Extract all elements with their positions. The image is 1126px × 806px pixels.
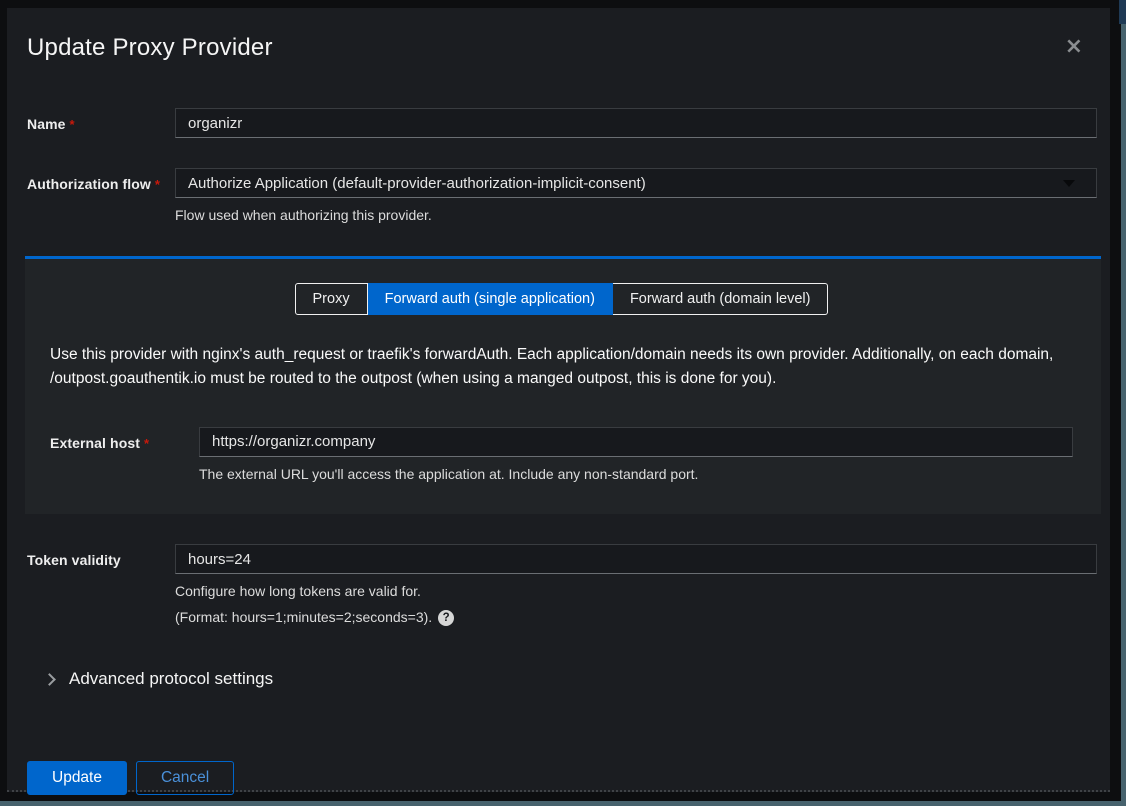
proxy-mode-toggle-group: Proxy Forward auth (single application) …	[50, 283, 1073, 315]
external-host-row: External host * The external URL you'll a…	[50, 427, 1073, 485]
modal-footer: Update Cancel	[27, 761, 1097, 795]
close-icon[interactable]: ×	[1065, 36, 1083, 58]
token-validity-field[interactable]	[175, 544, 1097, 574]
cancel-button[interactable]: Cancel	[136, 761, 234, 795]
mode-description: Use this provider with nginx's auth_requ…	[50, 343, 1073, 391]
token-validity-help-2: (Format: hours=1;minutes=2;seconds=3). ?	[175, 608, 1097, 628]
token-validity-label: Token validity	[27, 544, 175, 568]
authorization-flow-select-wrap: Authorize Application (default-provider-…	[175, 168, 1097, 198]
advanced-protocol-settings-toggle[interactable]: Advanced protocol settings	[27, 669, 273, 689]
required-asterisk: *	[70, 117, 75, 132]
authorization-flow-row: Authorization flow * Authorize Applicatio…	[27, 168, 1097, 226]
token-validity-row: Token validity Configure how long tokens…	[27, 544, 1097, 627]
page-edge-right	[1121, 0, 1126, 806]
page-edge-corner	[1119, 0, 1126, 24]
external-host-label-text: External host	[50, 435, 140, 451]
page-title: Update Proxy Provider	[27, 34, 1097, 62]
toggle-proxy[interactable]: Proxy	[295, 283, 368, 315]
advanced-protocol-settings-label: Advanced protocol settings	[69, 669, 273, 689]
help-question-icon[interactable]: ?	[438, 610, 454, 626]
token-validity-help-1: Configure how long tokens are valid for.	[175, 582, 1097, 602]
chevron-down-icon	[1063, 180, 1075, 187]
authorization-flow-select[interactable]: Authorize Application (default-provider-…	[175, 168, 1097, 198]
update-proxy-provider-modal: Update Proxy Provider × Name * Authorizat…	[7, 8, 1110, 792]
page-edge-bottom	[0, 801, 1126, 806]
chevron-right-icon	[43, 673, 56, 686]
authorization-flow-help: Flow used when authorizing this provider…	[175, 206, 1097, 226]
toggle-forward-auth-domain[interactable]: Forward auth (domain level)	[613, 283, 829, 315]
name-field[interactable]	[175, 108, 1097, 138]
required-asterisk: *	[155, 177, 160, 192]
update-button[interactable]: Update	[27, 761, 127, 795]
required-asterisk: *	[144, 436, 149, 451]
name-label-text: Name	[27, 116, 66, 132]
authorization-flow-label: Authorization flow *	[27, 168, 175, 192]
external-host-label: External host *	[50, 427, 199, 451]
toggle-forward-auth-single[interactable]: Forward auth (single application)	[368, 283, 613, 315]
external-host-field[interactable]	[199, 427, 1073, 457]
authorization-flow-label-text: Authorization flow	[27, 176, 151, 192]
name-label: Name *	[27, 108, 175, 132]
external-host-help: The external URL you'll access the appli…	[199, 465, 1073, 485]
proxy-mode-card: Proxy Forward auth (single application) …	[25, 256, 1101, 515]
token-format-text: (Format: hours=1;minutes=2;seconds=3).	[175, 608, 432, 628]
modal-header: Update Proxy Provider ×	[27, 34, 1097, 62]
name-row: Name *	[27, 108, 1097, 138]
